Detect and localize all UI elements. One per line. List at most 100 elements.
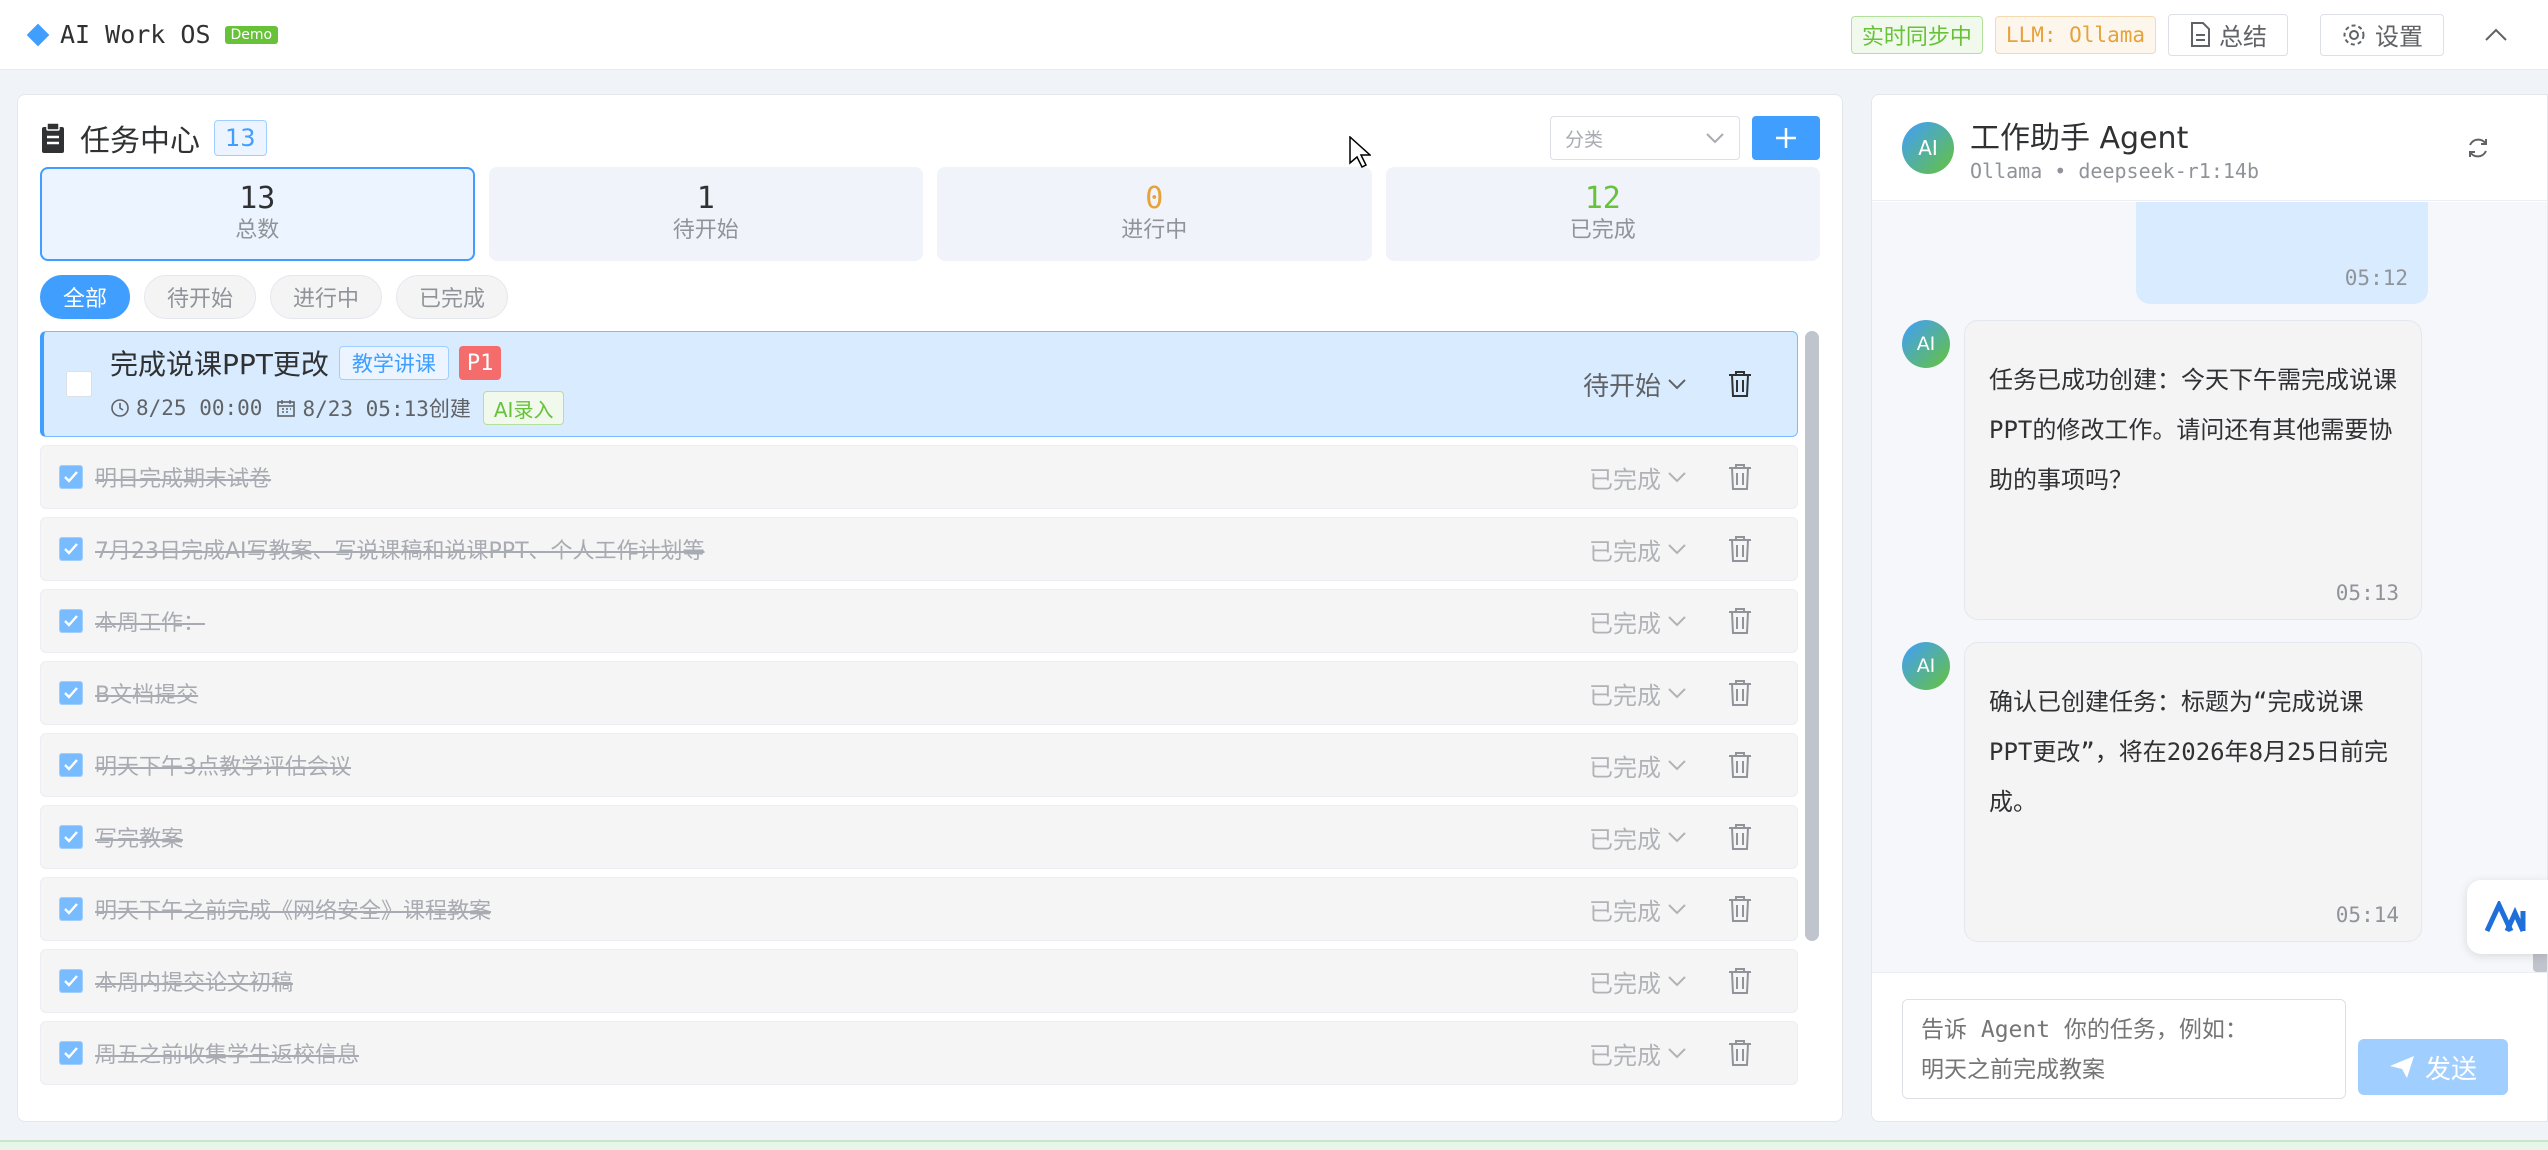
task-checkbox[interactable] xyxy=(66,371,92,397)
assistant-logo-icon xyxy=(2484,901,2525,933)
task-row[interactable]: 明天下午之前完成《网络安全》课程教案 已完成 xyxy=(40,877,1798,941)
task-title: 完成说课PPT更改 xyxy=(110,348,329,381)
send-icon xyxy=(2389,1056,2414,1078)
task-checkbox[interactable] xyxy=(59,1041,83,1065)
task-status-select[interactable]: 已完成 xyxy=(1589,964,1687,999)
task-row[interactable]: 明日完成期末试卷 已完成 xyxy=(40,445,1798,509)
settings-button[interactable]: 设置 xyxy=(2320,13,2444,56)
summary-button[interactable]: 总结 xyxy=(2168,13,2288,56)
plus-icon xyxy=(1776,128,1796,148)
delete-button[interactable] xyxy=(1725,821,1755,853)
task-body: 完成说课PPT更改 教学讲课 P1 8/25 00:00 8/23 05:13创… xyxy=(110,343,565,425)
sync-status-badge: 实时同步中 xyxy=(1850,15,1983,54)
stat-total[interactable]: 13 总数 xyxy=(40,167,475,261)
trash-icon xyxy=(1729,536,1751,562)
chevron-down-icon xyxy=(1668,688,1686,699)
task-title: 明天下午之前完成《网络安全》课程教案 xyxy=(95,899,492,924)
task-row[interactable]: 本周内提交论文初稿 已完成 xyxy=(40,949,1798,1013)
task-checkbox[interactable] xyxy=(59,465,83,489)
task-status: 已完成 xyxy=(1589,753,1661,782)
check-icon xyxy=(64,1047,78,1059)
task-status: 已完成 xyxy=(1589,465,1661,494)
filter-in-progress[interactable]: 进行中 xyxy=(270,275,383,319)
trash-icon xyxy=(1729,896,1751,922)
logo-icon xyxy=(26,23,50,46)
collapse-button[interactable] xyxy=(2470,14,2522,56)
refresh-button[interactable] xyxy=(2461,131,2495,165)
filter-all[interactable]: 全部 xyxy=(40,275,131,319)
stat-pending[interactable]: 1 待开始 xyxy=(488,167,923,261)
stat-completed[interactable]: 12 已完成 xyxy=(1385,167,1820,261)
delete-button[interactable] xyxy=(1725,1037,1755,1069)
delete-button[interactable] xyxy=(1725,461,1755,493)
assistant-float-button[interactable] xyxy=(2467,880,2548,954)
trash-icon xyxy=(1729,464,1751,490)
task-row[interactable]: B文档提交 已完成 xyxy=(40,661,1798,725)
send-button[interactable]: 发送 xyxy=(2358,1039,2508,1095)
agent-avatar: AI xyxy=(1902,121,1954,174)
chat-input[interactable] xyxy=(1902,999,2346,1099)
task-created: 8/23 05:13创建 xyxy=(302,397,471,421)
task-status-select[interactable]: 已完成 xyxy=(1589,1036,1687,1071)
demo-badge: Demo xyxy=(224,25,279,44)
task-row[interactable]: 明天下午3点教学评估会议 已完成 xyxy=(40,733,1798,797)
stat-label: 进行中 xyxy=(1121,218,1188,243)
delete-button[interactable] xyxy=(1725,893,1755,925)
task-stats: 13 总数 1 待开始 0 进行中 12 已完成 xyxy=(40,167,1820,261)
delete-button[interactable] xyxy=(1725,749,1755,781)
delete-button[interactable] xyxy=(1725,368,1755,400)
task-status-select[interactable]: 已完成 xyxy=(1589,676,1687,711)
trash-icon xyxy=(1729,680,1751,706)
task-row[interactable]: 7月23日完成AI写教案、写说课稿和说课PPT、个人工作计划等 已完成 xyxy=(40,517,1798,581)
add-task-button[interactable] xyxy=(1752,116,1820,160)
user-message: 05:12 xyxy=(2136,202,2428,304)
task-title: 周五之前收集学生返校信息 xyxy=(95,1043,360,1068)
task-status-select[interactable]: 已完成 xyxy=(1589,532,1687,567)
task-status: 已完成 xyxy=(1589,609,1661,638)
task-status-select[interactable]: 已完成 xyxy=(1589,748,1687,783)
task-status: 已完成 xyxy=(1589,681,1661,710)
check-icon xyxy=(64,975,78,987)
filter-completed[interactable]: 已完成 xyxy=(396,275,509,319)
task-status-select[interactable]: 已完成 xyxy=(1589,460,1687,495)
task-status-select[interactable]: 已完成 xyxy=(1589,820,1687,855)
agent-message: AI 任务已成功创建：今天下午需完成说课PPT的修改工作。请问还有其他需要协助的… xyxy=(1902,320,2422,620)
task-row[interactable]: 写完教案 已完成 xyxy=(40,805,1798,869)
stat-label: 总数 xyxy=(235,218,280,243)
delete-button[interactable] xyxy=(1725,605,1755,637)
trash-icon xyxy=(1729,608,1751,634)
calendar-icon xyxy=(277,400,296,417)
category-select[interactable]: 分类 xyxy=(1550,116,1740,160)
task-status: 已完成 xyxy=(1589,825,1661,854)
task-checkbox[interactable] xyxy=(59,537,83,561)
task-status-select[interactable]: 已完成 xyxy=(1589,604,1687,639)
task-checkbox[interactable] xyxy=(59,825,83,849)
task-row[interactable]: 周五之前收集学生返校信息 已完成 xyxy=(40,1021,1798,1085)
agent-message: AI 确认已创建任务：标题为“完成说课PPT更改”，将在2026年8月25日前完… xyxy=(1902,642,2422,942)
check-icon xyxy=(64,759,78,771)
delete-button[interactable] xyxy=(1725,533,1755,565)
task-status-select[interactable]: 已完成 xyxy=(1589,892,1687,927)
task-checkbox[interactable] xyxy=(59,609,83,633)
gear-icon xyxy=(2343,24,2365,45)
chevron-down-icon xyxy=(1668,544,1686,555)
task-checkbox[interactable] xyxy=(59,897,83,921)
agent-avatar: AI xyxy=(1902,642,1950,690)
chat-input-area: 发送 xyxy=(1872,972,2547,1121)
stat-in-progress[interactable]: 0 进行中 xyxy=(937,167,1372,261)
task-center-title: 任务中心 xyxy=(80,124,200,159)
llm-badge: LLM: Ollama xyxy=(1994,15,2156,54)
task-title: 明日完成期末试卷 xyxy=(95,467,272,492)
task-list-scrollbar[interactable] xyxy=(1805,331,1819,941)
task-list: 完成说课PPT更改 教学讲课 P1 8/25 00:00 8/23 05:13创… xyxy=(40,331,1798,1101)
filter-pending[interactable]: 待开始 xyxy=(144,275,257,319)
task-checkbox[interactable] xyxy=(59,753,83,777)
task-checkbox[interactable] xyxy=(59,681,83,705)
delete-button[interactable] xyxy=(1725,677,1755,709)
task-row[interactable]: 本周工作： 已完成 xyxy=(40,589,1798,653)
task-status-select[interactable]: 待开始 xyxy=(1583,366,1687,403)
delete-button[interactable] xyxy=(1725,965,1755,997)
task-count-badge: 13 xyxy=(214,120,267,156)
task-row-highlighted[interactable]: 完成说课PPT更改 教学讲课 P1 8/25 00:00 8/23 05:13创… xyxy=(40,331,1798,437)
task-checkbox[interactable] xyxy=(59,969,83,993)
